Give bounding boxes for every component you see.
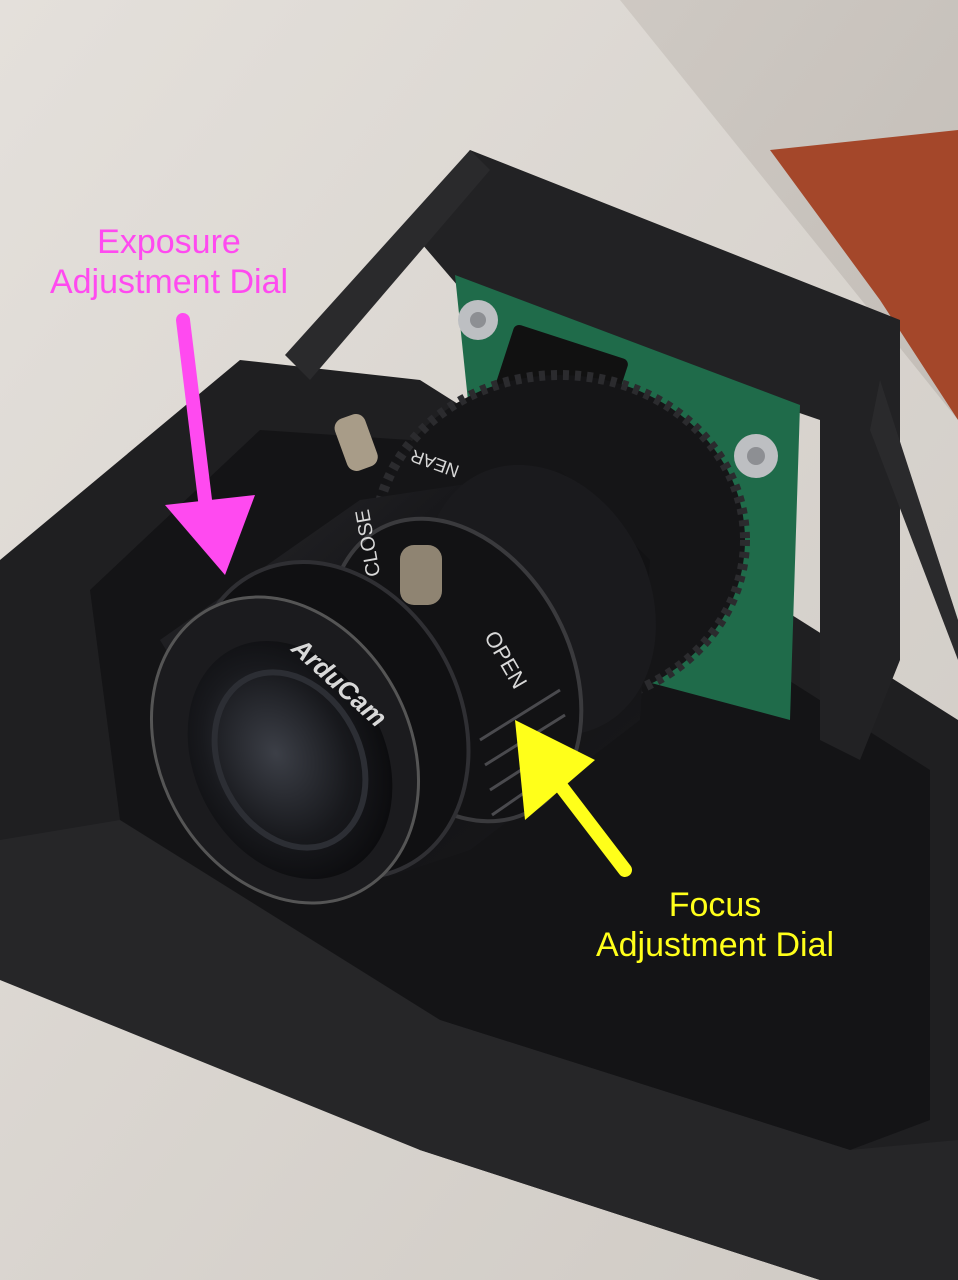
focus-label-line2: Adjustment Dial xyxy=(595,926,835,964)
exposure-dial-label: Exposure Adjustment Dial xyxy=(0,222,338,302)
focus-dial-label: Focus Adjustment Dial xyxy=(545,885,885,965)
camera-photo: ArduCam CLOSE OPEN NEAR xyxy=(0,0,958,1280)
focus-label-line1: Focus xyxy=(668,886,762,924)
exposure-lock-knob xyxy=(400,545,442,605)
exposure-label-line1: Exposure xyxy=(97,223,241,261)
exposure-label-line2: Adjustment Dial xyxy=(49,263,289,301)
